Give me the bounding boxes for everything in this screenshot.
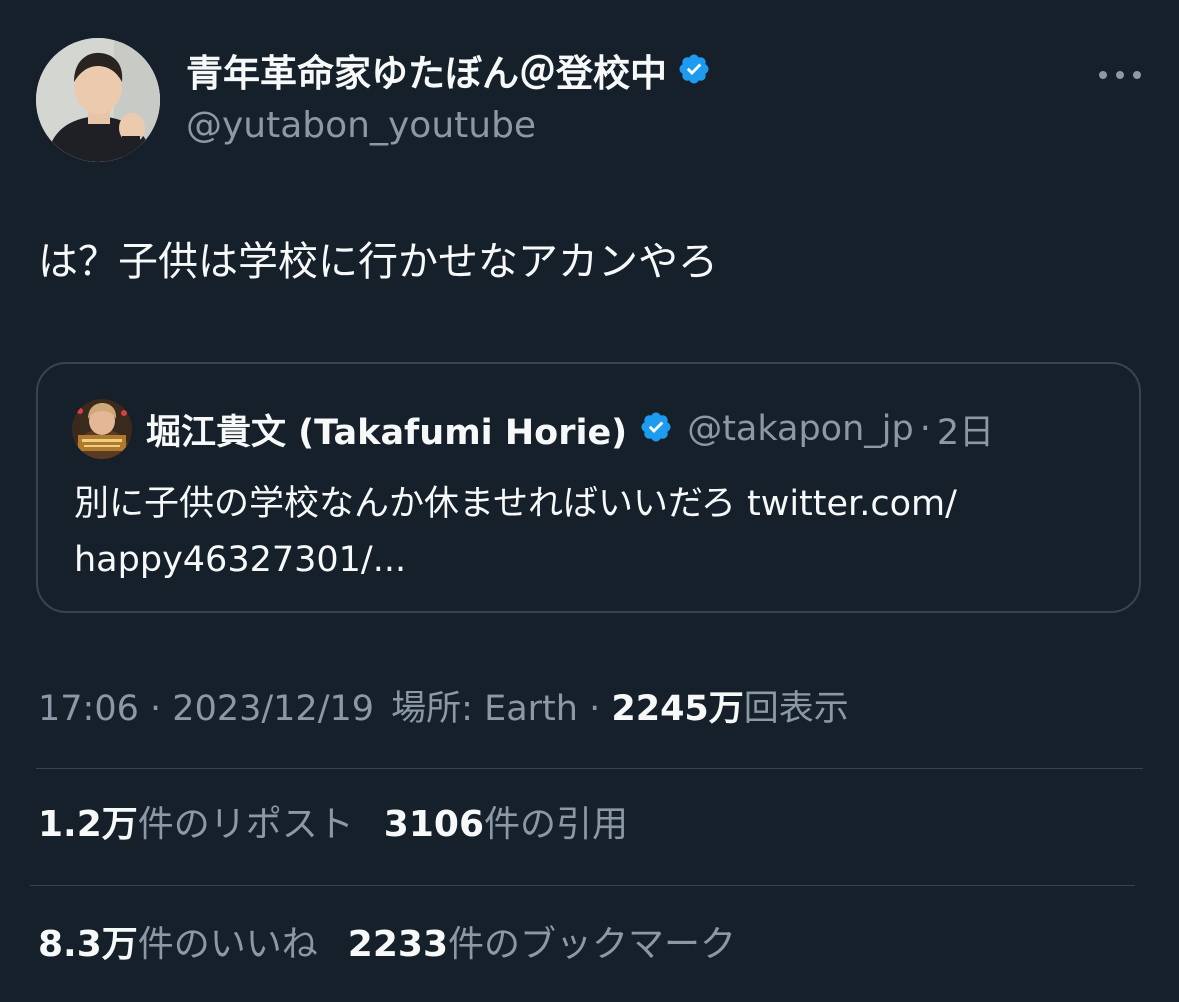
likes-stat[interactable]: 8.3万件のいいね xyxy=(38,920,318,970)
tweet-meta: 17:06 · 2023/12/19 場所: Earth · 2245万回表示 xyxy=(38,684,849,734)
author-avatar[interactable] xyxy=(36,38,160,162)
more-options-button[interactable] xyxy=(1090,60,1150,90)
quoted-header: 堀江貴文 (Takafumi Horie) @takapon_jp · 2日 xyxy=(146,404,994,455)
more-options-icon xyxy=(1099,71,1141,79)
reposts-stat[interactable]: 1.2万件のリポスト xyxy=(38,800,354,850)
verified-badge-icon xyxy=(677,50,711,98)
quotes-count: 3106 xyxy=(383,804,484,845)
tweet-date[interactable]: 2023/12/19 xyxy=(172,689,374,729)
quoted-display-name[interactable]: 堀江貴文 (Takafumi Horie) xyxy=(146,404,627,455)
author-display-name[interactable]: 青年革命家ゆたぼん＠登校中 xyxy=(186,50,667,98)
likes-count: 8.3万 xyxy=(38,924,138,965)
quotes-label: 件の引用 xyxy=(484,804,629,845)
tweet-text: は？子供は学校に行かせなアカンやろ xyxy=(38,239,718,285)
tweet-location: 場所: Earth xyxy=(391,689,578,729)
divider xyxy=(30,885,1135,886)
author-name-row[interactable]: 青年革命家ゆたぼん＠登校中 xyxy=(186,50,711,98)
divider xyxy=(36,768,1143,769)
quoted-handle[interactable]: @takapon_jp xyxy=(687,409,914,449)
bookmarks-stat[interactable]: 2233件のブックマーク xyxy=(348,920,736,970)
quoted-age[interactable]: 2日 xyxy=(937,404,994,455)
tweet-time[interactable]: 17:06 xyxy=(38,689,139,729)
quoted-tweet-card[interactable]: 堀江貴文 (Takafumi Horie) @takapon_jp · 2日 別… xyxy=(36,362,1141,613)
author-handle[interactable]: @yutabon_youtube xyxy=(186,102,536,150)
quotes-stat[interactable]: 3106件の引用 xyxy=(384,800,628,850)
meta-separator: · xyxy=(150,689,162,729)
reposts-label: 件のリポスト xyxy=(137,804,354,845)
bookmarks-count: 2233 xyxy=(347,924,448,965)
quoted-text: 別に子供の学校なんか休ませればいいだろ twitter.com/ happy46… xyxy=(74,484,957,580)
meta-separator: · xyxy=(589,689,601,729)
quoted-verified-badge-icon xyxy=(639,410,673,448)
bookmarks-label: 件のブックマーク xyxy=(448,924,737,965)
reposts-count: 1.2万 xyxy=(38,804,138,845)
stats-row-likes: 8.3万件のいいね 2233件のブックマーク xyxy=(38,920,766,970)
quoted-author-avatar[interactable] xyxy=(72,399,132,459)
likes-label: 件のいいね xyxy=(137,924,318,965)
tweet-detail: 青年革命家ゆたぼん＠登校中 @yutabon_youtube は？子供は学校に行… xyxy=(0,0,1179,1002)
stats-row-reposts: 1.2万件のリポスト 3106件の引用 xyxy=(38,800,658,850)
views-label[interactable]: 回表示 xyxy=(744,689,849,729)
quoted-separator: · xyxy=(919,409,931,449)
views-count[interactable]: 2245万 xyxy=(611,689,743,729)
